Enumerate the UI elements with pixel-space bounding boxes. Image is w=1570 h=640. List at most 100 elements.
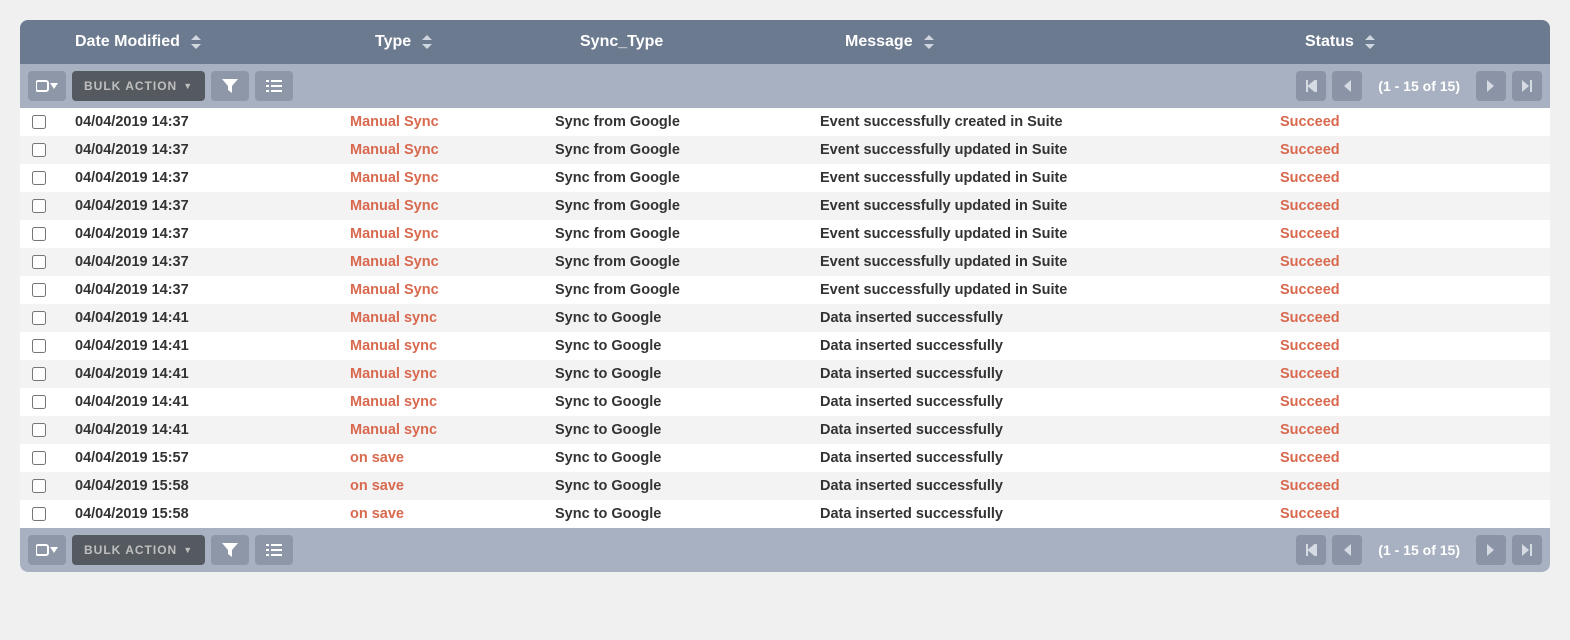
status-link[interactable]: Succeed xyxy=(1280,366,1340,382)
row-checkbox[interactable] xyxy=(32,395,46,409)
cell-type: Manual sync xyxy=(350,422,555,438)
row-checkbox[interactable] xyxy=(32,283,46,297)
row-checkbox[interactable] xyxy=(32,311,46,325)
list-view-button[interactable] xyxy=(255,71,293,101)
cell-sync-type: Sync to Google xyxy=(555,422,820,438)
page-first-button[interactable] xyxy=(1296,71,1326,101)
status-link[interactable]: Succeed xyxy=(1280,114,1340,130)
row-checkbox[interactable] xyxy=(32,507,46,521)
row-checkbox-wrap xyxy=(26,168,50,188)
col-header-date[interactable]: Date Modified xyxy=(75,33,375,51)
cell-message: Data inserted successfully xyxy=(820,422,1280,438)
table-row[interactable]: 04/04/2019 14:37Manual SyncSync from Goo… xyxy=(20,164,1550,192)
table-row[interactable]: 04/04/2019 14:41Manual syncSync to Googl… xyxy=(20,388,1550,416)
cell-message: Event successfully created in Suite xyxy=(820,114,1280,130)
cell-message: Event successfully updated in Suite xyxy=(820,226,1280,242)
table-row[interactable]: 04/04/2019 14:41Manual syncSync to Googl… xyxy=(20,416,1550,444)
filter-button[interactable] xyxy=(211,535,249,565)
status-link[interactable]: Succeed xyxy=(1280,338,1340,354)
cell-date: 04/04/2019 14:37 xyxy=(50,114,350,130)
cell-sync-type: Sync from Google xyxy=(555,226,820,242)
cell-message: Data inserted successfully xyxy=(820,450,1280,466)
col-label: Date Modified xyxy=(75,33,180,51)
table-row[interactable]: 04/04/2019 14:41Manual syncSync to Googl… xyxy=(20,360,1550,388)
row-checkbox[interactable] xyxy=(32,227,46,241)
bulk-action-label: BULK ACTION xyxy=(84,543,177,557)
status-link[interactable]: Succeed xyxy=(1280,170,1340,186)
row-checkbox[interactable] xyxy=(32,199,46,213)
page-range: (1 - 15 of 15) xyxy=(1368,78,1470,94)
col-header-type[interactable]: Type xyxy=(375,33,580,51)
select-mode-button[interactable] xyxy=(28,535,66,565)
row-checkbox[interactable] xyxy=(32,451,46,465)
cell-message: Data inserted successfully xyxy=(820,338,1280,354)
row-checkbox[interactable] xyxy=(32,479,46,493)
cell-status: Succeed xyxy=(1280,506,1550,522)
cell-type: on save xyxy=(350,450,555,466)
cell-date: 04/04/2019 14:37 xyxy=(50,254,350,270)
row-checkbox[interactable] xyxy=(32,255,46,269)
table-row[interactable]: 04/04/2019 15:58on saveSync to GoogleDat… xyxy=(20,500,1550,528)
table-row[interactable]: 04/04/2019 15:57on saveSync to GoogleDat… xyxy=(20,444,1550,472)
status-link[interactable]: Succeed xyxy=(1280,142,1340,158)
table-row[interactable]: 04/04/2019 14:37Manual SyncSync from Goo… xyxy=(20,108,1550,136)
row-checkbox[interactable] xyxy=(32,115,46,129)
table-row[interactable]: 04/04/2019 14:37Manual SyncSync from Goo… xyxy=(20,248,1550,276)
cell-message: Event successfully updated in Suite xyxy=(820,170,1280,186)
select-mode-button[interactable] xyxy=(28,71,66,101)
cell-date: 04/04/2019 14:41 xyxy=(50,422,350,438)
row-checkbox[interactable] xyxy=(32,143,46,157)
status-link[interactable]: Succeed xyxy=(1280,422,1340,438)
bulk-action-button[interactable]: BULK ACTION ▼ xyxy=(72,535,205,565)
page-next-button[interactable] xyxy=(1476,535,1506,565)
page-first-button[interactable] xyxy=(1296,535,1326,565)
table-row[interactable]: 04/04/2019 14:41Manual syncSync to Googl… xyxy=(20,332,1550,360)
status-link[interactable]: Succeed xyxy=(1280,254,1340,270)
cell-status: Succeed xyxy=(1280,142,1550,158)
table-row[interactable]: 04/04/2019 14:41Manual syncSync to Googl… xyxy=(20,304,1550,332)
status-link[interactable]: Succeed xyxy=(1280,478,1340,494)
status-link[interactable]: Succeed xyxy=(1280,282,1340,298)
cell-type: Manual Sync xyxy=(350,226,555,242)
table-row[interactable]: 04/04/2019 14:37Manual SyncSync from Goo… xyxy=(20,192,1550,220)
row-checkbox-wrap xyxy=(26,392,50,412)
row-checkbox[interactable] xyxy=(32,339,46,353)
filter-button[interactable] xyxy=(211,71,249,101)
status-link[interactable]: Succeed xyxy=(1280,394,1340,410)
page-last-button[interactable] xyxy=(1512,535,1542,565)
cell-date: 04/04/2019 14:41 xyxy=(50,366,350,382)
col-header-sync-type[interactable]: Sync_Type xyxy=(580,33,845,51)
table-row[interactable]: 04/04/2019 14:37Manual SyncSync from Goo… xyxy=(20,136,1550,164)
cell-message: Data inserted successfully xyxy=(820,394,1280,410)
row-checkbox-wrap xyxy=(26,364,50,384)
list-view-button[interactable] xyxy=(255,535,293,565)
row-checkbox-wrap xyxy=(26,112,50,132)
bulk-action-label: BULK ACTION xyxy=(84,79,177,93)
table-row[interactable]: 04/04/2019 14:37Manual SyncSync from Goo… xyxy=(20,220,1550,248)
table-row[interactable]: 04/04/2019 14:37Manual SyncSync from Goo… xyxy=(20,276,1550,304)
page-next-button[interactable] xyxy=(1476,71,1506,101)
row-checkbox[interactable] xyxy=(32,171,46,185)
caret-down-icon: ▼ xyxy=(183,545,193,555)
status-link[interactable]: Succeed xyxy=(1280,506,1340,522)
page-prev-button[interactable] xyxy=(1332,535,1362,565)
table-header: Date Modified Type Sync_Type Message Sta… xyxy=(20,20,1550,64)
col-label: Type xyxy=(375,33,411,51)
col-header-status[interactable]: Status xyxy=(1305,33,1550,51)
status-link[interactable]: Succeed xyxy=(1280,310,1340,326)
table-row[interactable]: 04/04/2019 15:58on saveSync to GoogleDat… xyxy=(20,472,1550,500)
cell-type: Manual sync xyxy=(350,338,555,354)
page-last-button[interactable] xyxy=(1512,71,1542,101)
status-link[interactable]: Succeed xyxy=(1280,226,1340,242)
cell-sync-type: Sync to Google xyxy=(555,506,820,522)
cell-type: Manual Sync xyxy=(350,170,555,186)
page-prev-button[interactable] xyxy=(1332,71,1362,101)
cell-status: Succeed xyxy=(1280,394,1550,410)
status-link[interactable]: Succeed xyxy=(1280,450,1340,466)
bulk-action-button[interactable]: BULK ACTION ▼ xyxy=(72,71,205,101)
col-header-message[interactable]: Message xyxy=(845,33,1305,51)
cell-status: Succeed xyxy=(1280,310,1550,326)
row-checkbox[interactable] xyxy=(32,367,46,381)
row-checkbox[interactable] xyxy=(32,423,46,437)
status-link[interactable]: Succeed xyxy=(1280,198,1340,214)
